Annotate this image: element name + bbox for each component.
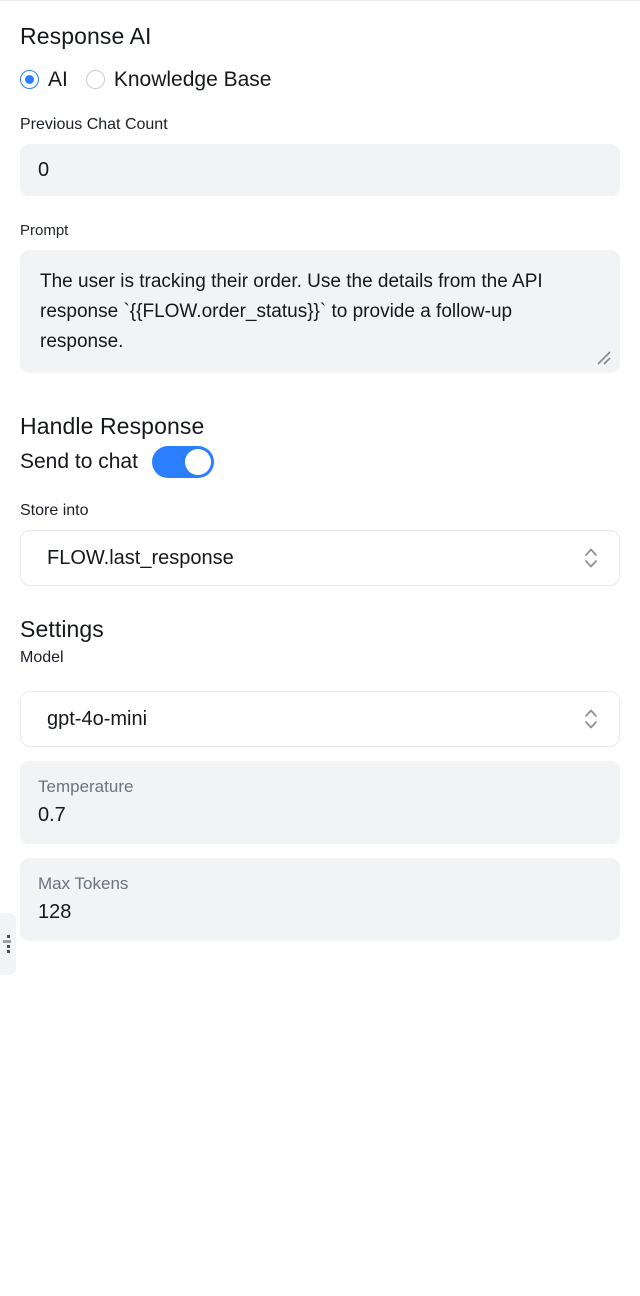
max-tokens-value: 128 xyxy=(38,901,72,923)
max-tokens-label: Max Tokens xyxy=(38,874,129,893)
toggle-knob xyxy=(184,449,211,475)
previous-chat-count-input[interactable]: 0 xyxy=(20,144,620,196)
store-into-value: FLOW.last_response xyxy=(47,546,234,569)
previous-chat-count-label: Previous Chat Count xyxy=(20,116,168,133)
model-label: Model xyxy=(20,649,64,666)
max-tokens-input[interactable]: Max Tokens 128 xyxy=(20,858,620,941)
panel-resize-handle[interactable] xyxy=(0,913,16,975)
radio-option-ai[interactable]: AI xyxy=(20,69,68,90)
radio-option-knowledge-base[interactable]: Knowledge Base xyxy=(85,68,272,91)
send-to-chat-row: Send to chat xyxy=(20,446,620,478)
temperature-label: Temperature xyxy=(38,777,134,796)
model-value: gpt-4o-mini xyxy=(47,707,148,730)
radio-ai-icon[interactable] xyxy=(20,70,39,89)
prompt-value: The user is tracking their order. Use th… xyxy=(40,271,548,352)
radio-knowledge-base-icon[interactable] xyxy=(85,70,105,89)
handle-response-title: Handle Response xyxy=(20,413,205,439)
prompt-group: Prompt The user is tracking their order.… xyxy=(20,222,620,373)
temperature-input[interactable]: Temperature 0.7 xyxy=(20,761,620,844)
store-into-select[interactable]: FLOW.last_response xyxy=(20,530,620,586)
previous-chat-count-value: 0 xyxy=(38,159,50,181)
chevron-up-down-icon xyxy=(583,545,599,571)
model-select[interactable]: gpt-4o-mini xyxy=(20,691,620,747)
response-ai-panel: Response AI AI Knowledge Base Previous C… xyxy=(0,0,640,1296)
page-title: Response AI xyxy=(20,23,152,49)
send-to-chat-toggle[interactable] xyxy=(151,446,214,478)
drag-handle-icon xyxy=(3,933,13,955)
prompt-textarea[interactable]: The user is tracking their order. Use th… xyxy=(20,250,620,373)
settings-title: Settings xyxy=(20,616,104,642)
send-to-chat-label: Send to chat xyxy=(20,450,138,473)
store-into-label: Store into xyxy=(20,502,89,519)
radio-option-ai-label: AI xyxy=(48,68,68,91)
temperature-value: 0.7 xyxy=(38,804,66,826)
response-mode-radio-group: AI Knowledge Base xyxy=(20,69,620,90)
previous-chat-count-group: Previous Chat Count 0 xyxy=(20,116,620,196)
prompt-label: Prompt xyxy=(20,222,69,239)
resize-grip-icon[interactable] xyxy=(595,349,613,367)
store-into-group: Store into FLOW.last_response xyxy=(20,502,620,586)
chevron-up-down-icon xyxy=(583,706,599,732)
radio-option-knowledge-base-label: Knowledge Base xyxy=(113,68,272,91)
